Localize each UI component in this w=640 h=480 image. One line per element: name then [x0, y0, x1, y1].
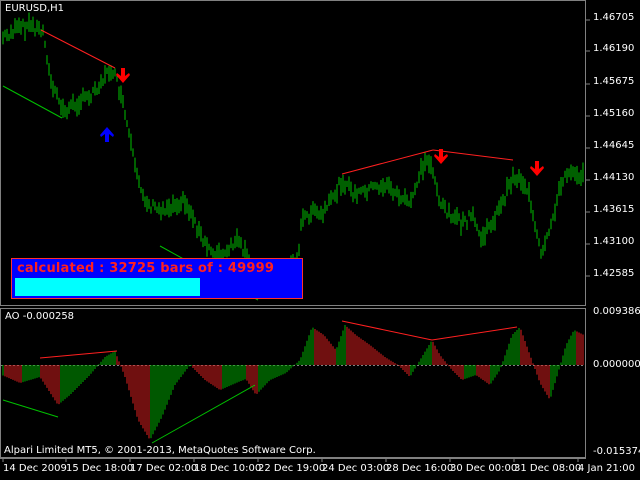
- price-label: 1.46705: [593, 12, 635, 23]
- ao-axis-label: 0.009386: [593, 306, 640, 317]
- ao-axis-label: -0.015374: [593, 446, 640, 457]
- price-label: 1.43100: [593, 236, 635, 247]
- indicator-title: AO -0.000258: [5, 311, 75, 322]
- divergence-line: [40, 29, 116, 69]
- time-label: 22 Dec 19:00: [258, 463, 326, 474]
- time-label: 14 Dec 2009: [3, 463, 67, 474]
- price-label: 1.44645: [593, 140, 635, 151]
- time-label: 18 Dec 10:00: [194, 463, 262, 474]
- price-bars: [2, 12, 584, 292]
- progress-panel: calculated : 32725 bars of : 49999: [11, 258, 303, 299]
- divergence-lines: [2, 29, 518, 444]
- copyright-text: Alpari Limited MT5, © 2001-2013, MetaQuo…: [4, 445, 316, 456]
- time-label: 15 Dec 18:00: [66, 463, 134, 474]
- price-label: 1.42585: [593, 268, 635, 279]
- symbol-title: EURUSD,H1: [5, 3, 65, 14]
- ao-histogram: [2, 325, 584, 439]
- divergence-line: [431, 326, 518, 341]
- price-label: 1.46190: [593, 43, 635, 54]
- price-label: 1.45675: [593, 76, 635, 87]
- time-label: 30 Dec 00:00: [450, 463, 518, 474]
- sell-arrow-3: [530, 161, 544, 176]
- divergence-line: [341, 149, 434, 175]
- buy-arrow-1: [100, 127, 114, 142]
- chart-window[interactable]: EURUSD,H1 AO -0.000258 Alpari Limited MT…: [0, 0, 640, 480]
- sell-arrow-1: [116, 68, 130, 83]
- time-label: 24 Dec 03:00: [322, 463, 390, 474]
- time-label: 28 Dec 16:00: [386, 463, 454, 474]
- progress-track: [15, 278, 297, 296]
- ao-axis-label: 0.000000: [593, 359, 640, 370]
- progress-text: calculated : 32725 bars of : 49999: [17, 261, 275, 276]
- time-label: 4 Jan 21:00: [578, 463, 635, 474]
- time-label: 31 Dec 08:00: [514, 463, 582, 474]
- time-label: 17 Dec 02:00: [130, 463, 198, 474]
- indicator-pane-border: [0, 308, 586, 458]
- divergence-line: [2, 399, 59, 418]
- price-label: 1.45160: [593, 108, 635, 119]
- divergence-line: [39, 350, 118, 359]
- chart-canvas[interactable]: [0, 0, 640, 480]
- price-label: 1.43615: [593, 204, 635, 215]
- progress-bar-fill: [15, 278, 200, 296]
- axis-ticks: [2, 19, 590, 462]
- price-label: 1.44130: [593, 172, 635, 183]
